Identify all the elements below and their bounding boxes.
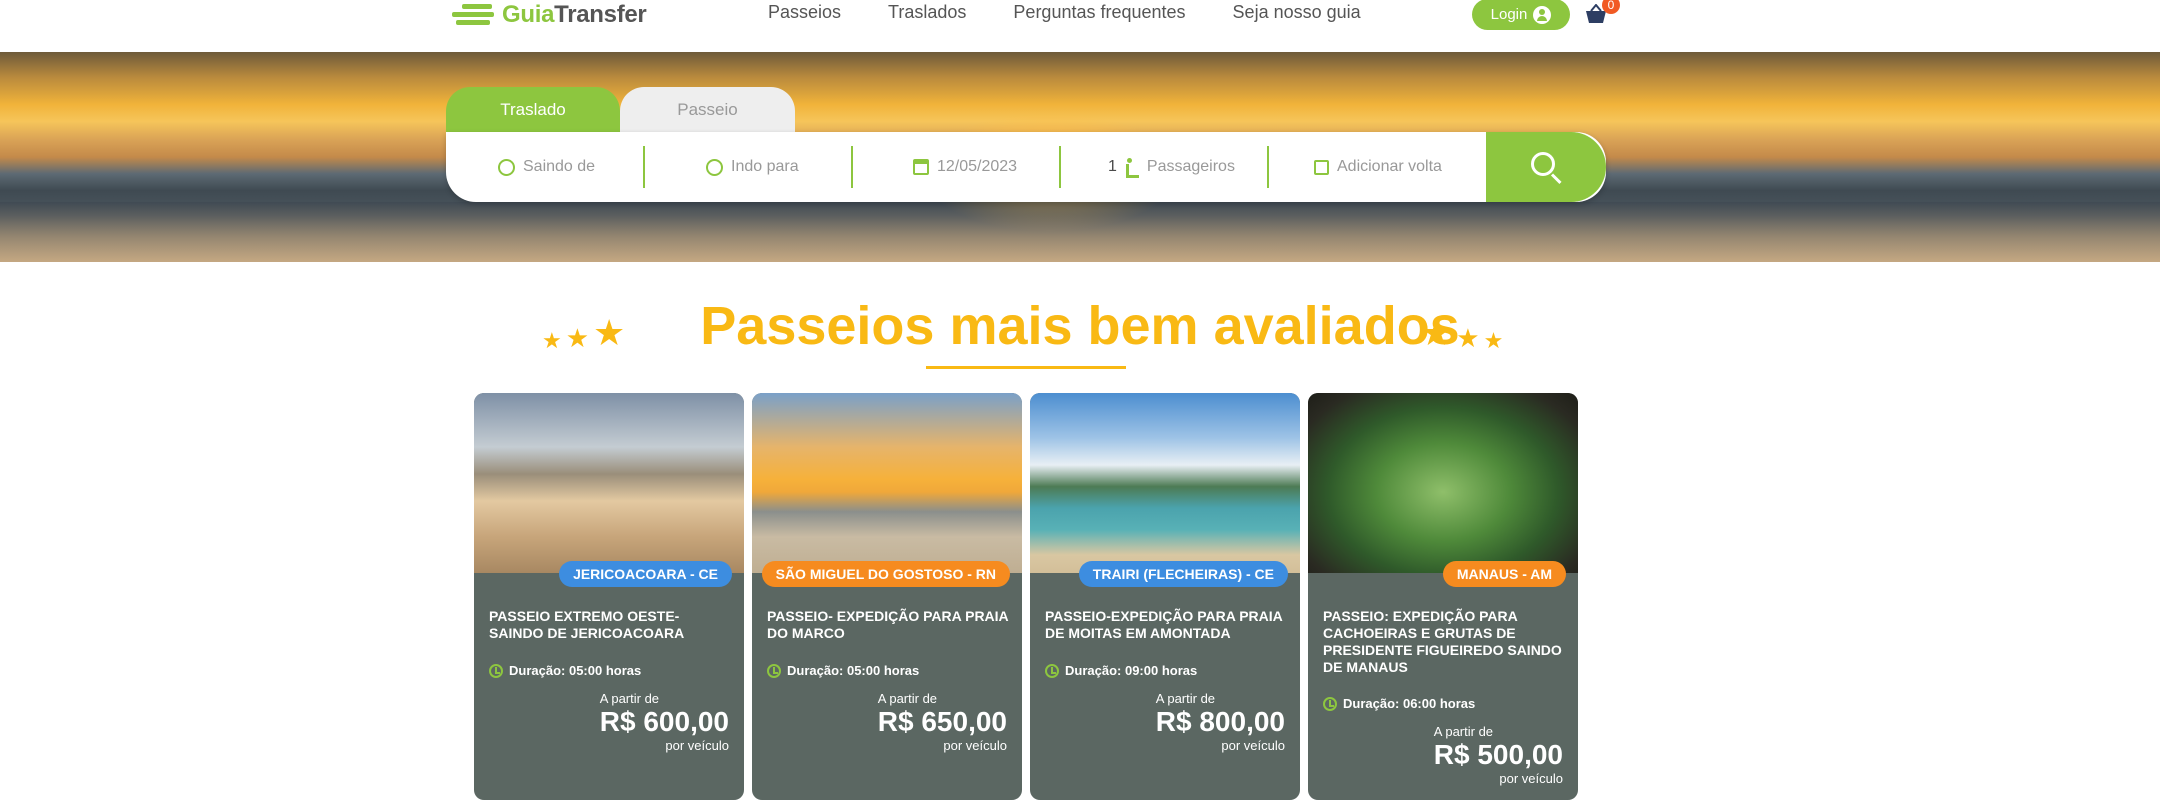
price-per: por veículo — [1221, 738, 1285, 753]
passengers-count: 1 — [1108, 158, 1117, 175]
location-badge: SÃO MIGUEL DO GOSTOSO - RN — [761, 561, 1010, 587]
location-badge: TRAIRI (FLECHEIRAS) - CE — [1078, 561, 1288, 587]
logo-text-suffix: Transfer — [554, 1, 647, 28]
price-box: A partir de R$ 800,00 por veículo — [1156, 691, 1285, 753]
date-field[interactable]: 12/05/2023 — [913, 132, 1017, 202]
clock-icon — [489, 663, 503, 678]
stars-right-decoration: ★ ★ ★ — [1420, 312, 1503, 354]
tour-card[interactable]: JERICOACOARA - CE PASSEIO EXTREMO OESTE-… — [474, 393, 744, 800]
logo[interactable]: GuiaTransfer — [452, 0, 647, 30]
logo-text: GuiaTransfer — [502, 1, 647, 29]
clock-icon — [767, 663, 781, 678]
date-value: 12/05/2023 — [937, 158, 1018, 175]
duration-text: Duração: 05:00 horas — [787, 663, 920, 678]
tour-card[interactable]: SÃO MIGUEL DO GOSTOSO - RN PASSEIO- EXPE… — [752, 393, 1022, 800]
price-value: R$ 500,00 — [1433, 739, 1563, 770]
duration: Duração: 09:00 horas — [1045, 663, 1197, 678]
passengers-field[interactable]: 1 Passageiros — [1108, 132, 1235, 202]
from-placeholder: Saindo de — [523, 158, 596, 175]
price-value: R$ 650,00 — [877, 706, 1007, 737]
title-underline — [926, 366, 1126, 369]
nav-seja-nosso-guia[interactable]: Seja nosso guia — [1233, 2, 1361, 23]
price-value: R$ 800,00 — [1155, 706, 1285, 737]
duration: Duração: 06:00 horas — [1323, 696, 1475, 711]
main-nav: Passeios Traslados Perguntas frequentes … — [768, 2, 1361, 23]
divider — [643, 146, 645, 188]
card-image — [1308, 393, 1578, 573]
divider — [1059, 146, 1061, 188]
return-checkbox[interactable] — [1314, 159, 1329, 175]
tour-card[interactable]: MANAUS - AM PASSEIO: EXPEDIÇÃO PARA CACH… — [1308, 393, 1578, 800]
star-icon: ★ — [1456, 323, 1480, 353]
tour-card[interactable]: TRAIRI (FLECHEIRAS) - CE PASSEIO-EXPEDIÇ… — [1030, 393, 1300, 800]
price-from: A partir de — [1433, 724, 1494, 739]
return-label: Adicionar volta — [1337, 158, 1442, 175]
nav-passeios[interactable]: Passeios — [768, 2, 841, 23]
passengers-label: Passageiros — [1146, 158, 1235, 175]
logo-text-prefix: Guia — [502, 1, 555, 28]
duration-text: Duração: 09:00 horas — [1065, 663, 1198, 678]
price-value: R$ 600,00 — [599, 706, 729, 737]
search-icon — [1531, 152, 1555, 176]
nav-perguntas-frequentes[interactable]: Perguntas frequentes — [1013, 2, 1185, 23]
return-field[interactable]: Adicionar volta — [1314, 132, 1442, 202]
divider — [851, 146, 853, 188]
card-image — [1030, 393, 1300, 573]
price-box: A partir de R$ 500,00 por veículo — [1434, 724, 1563, 786]
card-title: PASSEIO: EXPEDIÇÃO PARA CACHOEIRAS E GRU… — [1323, 608, 1562, 675]
nav-traslados[interactable]: Traslados — [888, 2, 966, 23]
location-badge: JERICOACOARA - CE — [559, 561, 732, 587]
duration: Duração: 05:00 horas — [767, 663, 919, 678]
search-bar: Saindo de Indo para 12/05/2023 1 Passage… — [446, 132, 1606, 202]
price-per: por veículo — [665, 738, 729, 753]
logo-icon — [452, 2, 494, 28]
destination-circle-icon — [706, 158, 723, 176]
from-field[interactable]: Saindo de — [498, 132, 595, 202]
card-title: PASSEIO- EXPEDIÇÃO PARA PRAIA DO MARCO — [767, 608, 1009, 641]
site-header: GuiaTransfer Passeios Traslados Pergunta… — [0, 0, 2160, 52]
card-title: PASSEIO-EXPEDIÇÃO PARA PRAIA DE MOITAS E… — [1045, 608, 1283, 641]
location-badge: MANAUS - AM — [1442, 561, 1566, 587]
hero-water — [0, 202, 2160, 262]
card-title: PASSEIO EXTREMO OESTE- SAINDO DE JERICOA… — [489, 608, 685, 641]
to-placeholder: Indo para — [731, 158, 799, 175]
price-from: A partir de — [1155, 691, 1216, 706]
origin-circle-icon — [498, 158, 515, 176]
login-button[interactable]: Login — [1472, 0, 1570, 30]
star-icon: ★ — [1483, 328, 1504, 353]
price-box: A partir de R$ 650,00 por veículo — [878, 691, 1007, 753]
user-icon — [1533, 5, 1552, 24]
price-per: por veículo — [943, 738, 1007, 753]
price-from: A partir de — [599, 691, 660, 706]
clock-icon — [1045, 663, 1059, 678]
section-title: Passeios mais bem avaliados — [700, 296, 1460, 356]
card-image — [752, 393, 1022, 573]
star-icon: ★ — [1420, 312, 1453, 353]
login-label: Login — [1490, 6, 1528, 23]
duration-text: Duração: 06:00 horas — [1343, 696, 1476, 711]
to-field[interactable]: Indo para — [706, 132, 799, 202]
cart-count-badge: 0 — [1602, 0, 1620, 14]
tab-passeio[interactable]: Passeio — [620, 87, 795, 132]
tab-traslado[interactable]: Traslado — [446, 87, 620, 132]
duration-text: Duração: 05:00 horas — [509, 663, 642, 678]
price-box: A partir de R$ 600,00 por veículo — [600, 691, 729, 753]
price-per: por veículo — [1499, 771, 1563, 786]
passenger-icon — [1125, 158, 1139, 178]
calendar-icon — [913, 159, 929, 175]
divider — [1267, 146, 1269, 188]
search-button[interactable] — [1486, 132, 1606, 202]
card-image — [474, 393, 744, 573]
clock-icon — [1323, 696, 1337, 711]
duration: Duração: 05:00 horas — [489, 663, 641, 678]
price-from: A partir de — [877, 691, 938, 706]
